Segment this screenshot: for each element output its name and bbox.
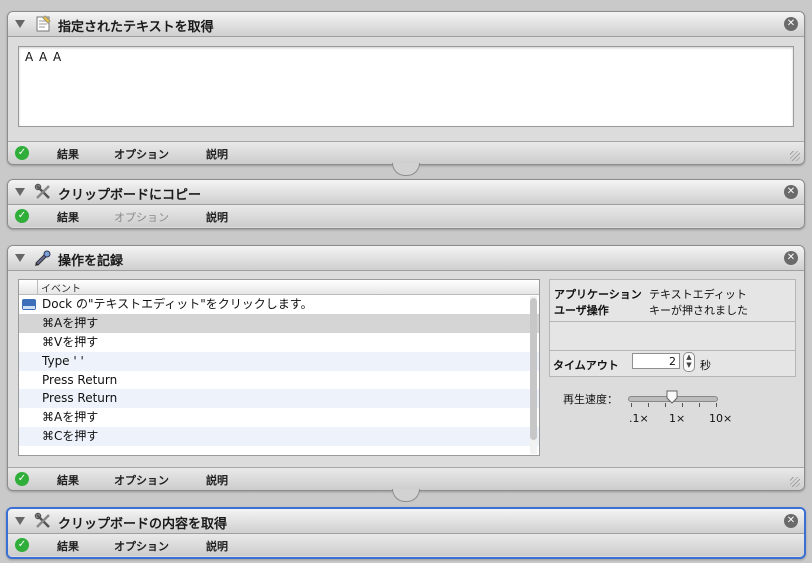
timeout-label: タイムアウト — [553, 359, 619, 372]
timeout-input[interactable]: 2 — [632, 353, 680, 369]
action-header[interactable]: 操作を記録 ✕ — [8, 246, 804, 271]
speed-min-label: .1× — [629, 412, 649, 425]
action-title: クリップボードにコピー — [58, 188, 202, 203]
divider — [550, 350, 795, 351]
disclosure-triangle-icon[interactable] — [15, 517, 25, 525]
event-list[interactable]: イベント Dock の"テキストエディット"をクリックします。 ⌘Aを押す ⌘V… — [18, 279, 540, 456]
list-item[interactable]: Dock の"テキストエディット"をクリックします。 — [19, 295, 539, 314]
slider-tick — [648, 403, 649, 407]
list-item[interactable]: ⌘Aを押す — [19, 408, 539, 427]
action-get-specified-text: 指定されたテキストを取得 ✕ A A A ✓ 結果 オプション 説明 — [7, 11, 805, 165]
slider-tick — [682, 403, 683, 407]
divider — [550, 321, 795, 322]
action-copy-to-clipboard: クリップボードにコピー ✕ ✓ 結果 オプション 説明 — [7, 179, 805, 229]
results-tab[interactable]: 結果 — [57, 538, 79, 554]
checkmark-icon: ✓ — [15, 472, 29, 486]
options-tab[interactable]: オプション — [114, 538, 169, 554]
resize-grip-icon[interactable] — [790, 477, 800, 487]
results-tab[interactable]: 結果 — [57, 472, 79, 488]
resize-grip-icon[interactable] — [790, 151, 800, 161]
action-footer: ✓ 結果 オプション 説明 — [8, 534, 804, 556]
description-tab[interactable]: 説明 — [206, 472, 228, 488]
results-tab[interactable]: 結果 — [57, 209, 79, 225]
action-footer: ✓ 結果 オプション 説明 — [8, 205, 804, 227]
slider-tick — [631, 403, 632, 407]
scrollbar[interactable] — [530, 296, 537, 454]
action-body: A A A — [8, 37, 804, 141]
results-tab[interactable]: 結果 — [57, 146, 79, 162]
list-item[interactable]: Press Return — [19, 389, 539, 409]
action-record-actions: 操作を記録 ✕ イベント Dock の"テキストエディット"をクリックします。 … — [7, 245, 805, 491]
list-item[interactable]: ⌘Vを押す — [19, 333, 539, 352]
action-header[interactable]: クリップボードの内容を取得 ✕ — [8, 509, 804, 534]
tools-icon — [34, 183, 50, 199]
description-tab[interactable]: 説明 — [206, 209, 228, 225]
checkmark-icon: ✓ — [15, 538, 29, 552]
disclosure-triangle-icon[interactable] — [15, 254, 25, 262]
disclosure-triangle-icon[interactable] — [15, 188, 25, 196]
text-document-icon — [36, 15, 51, 32]
slider-thumb[interactable] — [666, 390, 678, 404]
slider-tick — [699, 403, 700, 407]
action-footer: ✓ 結果 オプション 説明 — [8, 141, 804, 164]
playback-speed-label: 再生速度： — [563, 393, 618, 406]
tools-icon — [34, 512, 50, 528]
close-icon[interactable]: ✕ — [784, 185, 798, 199]
checkmark-icon: ✓ — [15, 146, 29, 160]
text-value: A A A — [25, 50, 63, 64]
close-icon[interactable]: ✕ — [784, 251, 798, 265]
list-item[interactable]: Type ' ' — [19, 351, 539, 371]
list-item[interactable]: ⌘Cを押す — [19, 427, 539, 447]
action-title: 操作を記録 — [58, 254, 124, 269]
slider-tick — [716, 403, 717, 407]
dock-icon — [22, 299, 36, 310]
user-action-value: キーが押されました — [649, 304, 748, 317]
options-tab: オプション — [114, 211, 169, 224]
checkmark-icon: ✓ — [15, 209, 29, 223]
scrollbar-thumb[interactable] — [530, 298, 537, 440]
timeout-unit: 秒 — [700, 359, 711, 372]
speed-mid-label: 1× — [669, 412, 686, 425]
action-get-clipboard-contents: クリップボードの内容を取得 ✕ ✓ 結果 オプション 説明 — [6, 507, 806, 559]
options-tab[interactable]: オプション — [114, 146, 169, 162]
disclosure-triangle-icon[interactable] — [15, 20, 25, 28]
event-column-header[interactable]: イベント — [19, 280, 539, 295]
action-footer: ✓ 結果 オプション 説明 — [8, 467, 804, 490]
record-pen-icon — [35, 250, 51, 266]
application-label: アプリケーション — [554, 288, 642, 301]
speed-max-label: 10× — [709, 412, 733, 425]
event-info-panel: アプリケーション テキストエディット ユーザ操作 キーが押されました タイムアウ… — [549, 279, 796, 454]
user-action-label: ユーザ操作 — [554, 304, 609, 317]
close-icon[interactable]: ✕ — [784, 17, 798, 31]
application-value: テキストエディット — [649, 288, 747, 301]
text-input-area[interactable]: A A A — [18, 46, 794, 127]
flow-connector — [392, 489, 420, 502]
action-body: イベント Dock の"テキストエディット"をクリックします。 ⌘Aを押す ⌘V… — [8, 271, 804, 467]
close-icon[interactable]: ✕ — [784, 514, 798, 528]
list-item[interactable]: Press Return — [19, 371, 539, 390]
slider-tick — [665, 403, 666, 407]
list-item[interactable]: ⌘Aを押す — [19, 313, 539, 333]
description-tab[interactable]: 説明 — [206, 538, 228, 554]
options-tab[interactable]: オプション — [114, 472, 169, 488]
timeout-stepper[interactable]: ▲ ▼ — [683, 352, 695, 372]
description-tab[interactable]: 説明 — [206, 146, 228, 162]
action-header[interactable]: 指定されたテキストを取得 ✕ — [8, 12, 804, 37]
action-title: 指定されたテキストを取得 — [58, 20, 214, 35]
action-header[interactable]: クリップボードにコピー ✕ — [8, 180, 804, 205]
action-title: クリップボードの内容を取得 — [58, 517, 228, 532]
flow-connector — [392, 163, 420, 176]
